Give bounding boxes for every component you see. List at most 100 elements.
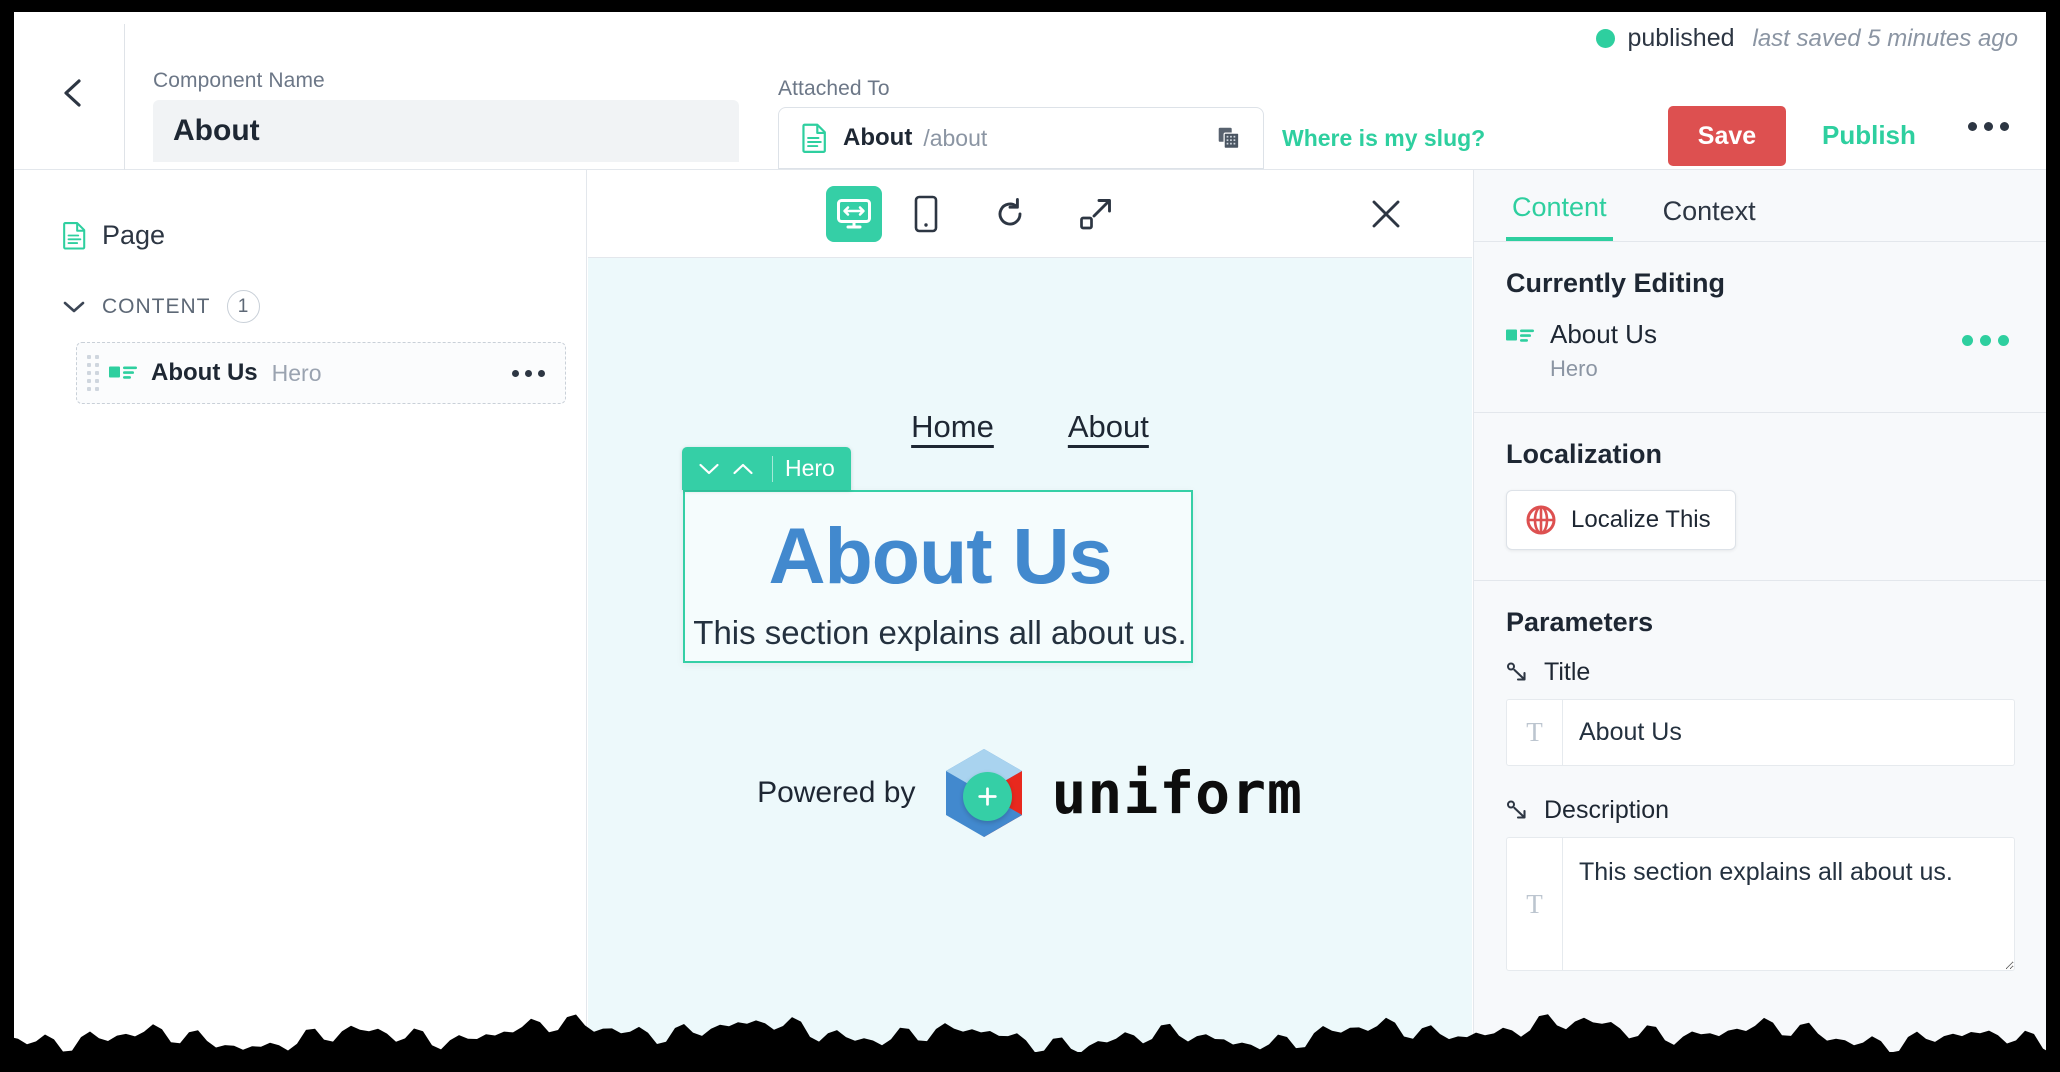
panel-body: Currently Editing About Us Hero Localiza… [1474,242,2046,1052]
chevron-left-icon [64,79,81,107]
hero-description: This section explains all about us. [693,614,1187,651]
attached-to-label: Attached To [778,77,890,100]
parameters-section: Parameters Title T About Us Description … [1474,581,2046,1031]
document-icon [801,123,829,153]
left-sidebar: Page CONTENT 1 About Us Hero [14,170,587,1052]
currently-editing-section: Currently Editing About Us Hero [1474,242,2046,413]
hero-title: About Us [768,511,1112,600]
drag-handle-icon[interactable] [87,354,101,392]
desktop-responsive-icon[interactable] [826,185,882,242]
save-button[interactable]: Save [1668,106,1786,166]
content-section-title: CONTENT [102,294,211,318]
powered-by-label: Powered by [757,776,916,809]
text-type-icon: T [1507,700,1563,765]
param-description-field: T [1506,837,2015,971]
parameter-arrow-icon [1507,662,1526,681]
content-count-badge: 1 [226,290,260,323]
chevron-up-icon [733,463,753,474]
parameters-title: Parameters [1506,607,1654,637]
description-textarea[interactable] [1563,838,2014,970]
badge-divider [772,455,773,482]
component-selection-badge: Hero [682,447,851,490]
ellipsis-icon [538,369,545,377]
localization-section: Localization Localize This [1474,413,2046,581]
panel-tabs: Content Context [1474,170,2046,242]
ellipsis-icon [2000,122,2009,131]
param-label-title: Title [1544,658,1591,686]
param-description-label-row: Description [1506,796,2015,825]
page-document-icon [62,221,88,250]
move-up-button[interactable] [726,452,760,486]
list-item[interactable]: About Us Hero [76,342,566,404]
website-preview: Home About Hero About Us This section ex… [588,259,1472,1052]
tab-context[interactable]: Context [1657,196,1762,241]
attached-to-field[interactable]: About /about [778,107,1264,169]
currently-editing-item[interactable]: About Us Hero [1506,319,2015,382]
list-item-more-menu-button[interactable] [512,369,545,377]
component-name-label: Component Name [153,69,325,92]
param-title-field: T [1506,699,2015,766]
currently-editing-name: About Us [1550,319,1657,349]
expand-arrow-icon[interactable] [1068,186,1124,242]
param-label-description: Description [1544,796,1670,824]
component-badge-label: Hero [785,455,835,481]
canvas-toolbar [588,170,1472,258]
component-name-input[interactable] [153,100,739,162]
uniform-wordmark: uniform [1051,759,1303,827]
header-divider [124,24,125,172]
close-icon[interactable] [1358,186,1414,242]
copy-icon[interactable] [1209,118,1249,158]
where-is-my-slug-link[interactable]: Where is my slug? [1282,125,1485,152]
localize-this-button[interactable]: Localize This [1506,490,1736,550]
nav-link-about[interactable]: About [1068,409,1149,445]
powered-by-uniform: Powered by uniform [588,747,1472,839]
ellipsis-icon [1962,335,1973,346]
mobile-device-icon[interactable] [898,186,954,242]
refresh-icon[interactable] [982,186,1038,242]
text-type-icon: T [1507,838,1563,970]
list-item-type: Hero [271,359,322,386]
app-header: Component Name Attached To About /about [14,12,2046,172]
last-saved-label: last saved 5 minutes ago [1752,24,2019,52]
globe-icon [1525,504,1557,536]
ellipsis-icon [1980,335,1991,346]
ellipsis-icon [1984,122,1993,131]
localization-title: Localization [1506,439,1663,469]
currently-editing-type: Hero [1550,356,1598,381]
tab-content[interactable]: Content [1506,192,1613,241]
sidebar-item-page[interactable]: Page [62,220,165,251]
parameter-arrow-icon [1507,800,1526,819]
attached-to-name: About [843,124,913,151]
sidebar-page-label: Page [102,220,166,250]
ellipsis-icon [512,369,519,377]
publish-button[interactable]: Publish [1822,120,1916,151]
list-item-name: About Us [151,359,258,386]
content-section-header[interactable]: CONTENT 1 [62,290,260,323]
add-component-button[interactable] [963,772,1012,821]
move-down-button[interactable] [692,452,726,486]
plus-icon [978,787,997,806]
localize-this-label: Localize This [1571,506,1711,533]
publish-status: published last saved 5 minutes ago [1596,24,2018,53]
ellipsis-icon [525,369,532,377]
param-title-label-row: Title [1506,658,2015,687]
uniform-app-window: Component Name Attached To About /about [14,12,2046,1052]
hero-component-block[interactable]: About Us This section explains all about… [683,490,1193,663]
right-panel: Content Context Currently Editing About … [1473,170,2046,1052]
nav-link-home[interactable]: Home [911,409,994,445]
status-label: published [1627,24,1735,52]
currently-editing-title: Currently Editing [1506,268,1726,298]
currently-editing-more-menu-button[interactable] [1962,335,2009,346]
status-dot-icon [1596,29,1616,48]
chevron-down-icon [63,301,85,312]
back-button[interactable] [50,70,96,116]
title-input[interactable] [1563,700,2014,765]
header-more-menu-button[interactable] [1968,122,2009,131]
component-icon [109,363,137,383]
screenshot-frame: Component Name Attached To About /about [0,0,2060,1072]
ellipsis-icon [1968,122,1977,131]
preview-site-nav: Home About [588,409,1472,445]
component-icon [1506,326,1534,346]
ellipsis-icon [1998,335,2009,346]
attached-to-slug: /about [923,124,988,151]
